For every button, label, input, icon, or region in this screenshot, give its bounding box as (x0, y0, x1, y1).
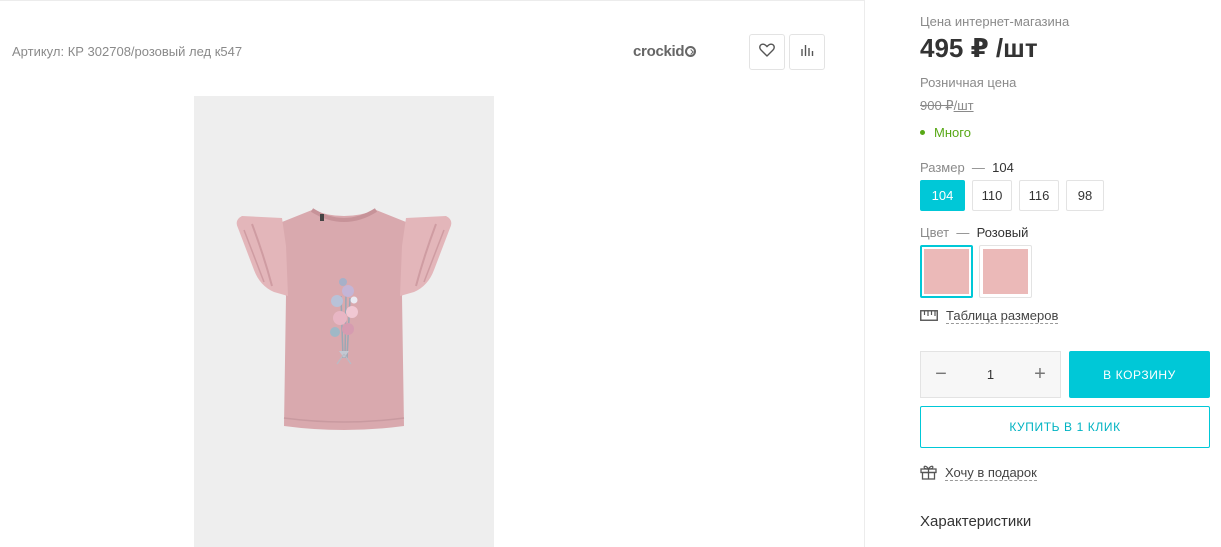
size-option-98[interactable]: 98 (1066, 180, 1104, 211)
t-shirt-illustration (236, 208, 452, 430)
retail-price-value: 900 ₽ (920, 98, 954, 113)
size-table-link-text: Таблица размеров (946, 308, 1059, 324)
stock-status-text: Много (934, 125, 971, 140)
size-label: Размер (920, 160, 965, 175)
color-options (920, 245, 1032, 298)
color-swatch-2[interactable] (979, 245, 1032, 298)
minus-icon[interactable]: − (931, 363, 951, 385)
product-page: Артикул: КР 302708/розовый лед к547 croc… (0, 0, 1221, 547)
gift-link-text: Хочу в подарок (945, 465, 1037, 481)
size-option-110[interactable]: 110 (972, 180, 1012, 211)
color-label-row: Цвет — Розовый (920, 225, 1028, 240)
product-gallery-panel: Артикул: КР 302708/розовый лед к547 croc… (0, 0, 865, 547)
quantity-stepper: − 1 + (920, 351, 1061, 398)
gift-icon (920, 464, 937, 483)
size-dash: — (971, 160, 985, 175)
color-swatch-fill (924, 249, 969, 294)
stock-dot-icon (920, 130, 925, 135)
gift-link[interactable]: Хочу в подарок (920, 464, 1037, 483)
product-image[interactable] (194, 96, 494, 547)
quantity-value[interactable]: 1 (987, 367, 994, 382)
brand-logo-mark (685, 46, 697, 57)
article-number: Артикул: КР 302708/розовый лед к547 (12, 44, 243, 59)
bar-chart-icon (800, 43, 814, 62)
color-swatch-1[interactable] (920, 245, 973, 298)
size-option-116[interactable]: 116 (1019, 180, 1059, 211)
color-swatch-fill (983, 249, 1028, 294)
stock-status: Много (920, 125, 971, 140)
online-price-label: Цена интернет-магазина (920, 14, 1070, 29)
characteristics-heading[interactable]: Характеристики (920, 513, 1031, 530)
size-options: 104 110 116 98 (920, 180, 1104, 211)
size-option-104[interactable]: 104 (920, 180, 965, 211)
online-price: 495 ₽ /шт (920, 33, 1038, 63)
color-dash: — (956, 225, 970, 240)
favorite-button[interactable] (749, 34, 785, 70)
size-label-row: Размер — 104 (920, 160, 1014, 175)
heart-icon (759, 42, 775, 62)
selected-color: Розовый (976, 225, 1029, 240)
size-table-link[interactable]: Таблица размеров (920, 308, 1059, 324)
purchase-panel: Цена интернет-магазина 495 ₽ /шт Розничн… (920, 0, 1221, 547)
compare-button[interactable] (789, 34, 825, 70)
ruler-icon (920, 309, 938, 324)
retail-price: 900 ₽/шт (920, 98, 974, 114)
color-label: Цвет (920, 225, 950, 240)
add-to-cart-button[interactable]: В КОРЗИНУ (1069, 351, 1210, 398)
selected-size: 104 (992, 160, 1014, 175)
retail-price-unit: /шт (953, 98, 974, 113)
buy-one-click-button[interactable]: КУПИТЬ В 1 КЛИК (920, 406, 1210, 448)
plus-icon[interactable]: + (1030, 363, 1050, 385)
brand-logo[interactable]: crockid (633, 43, 697, 60)
retail-price-label: Розничная цена (920, 75, 1017, 90)
brand-logo-text: crockid (633, 43, 685, 60)
